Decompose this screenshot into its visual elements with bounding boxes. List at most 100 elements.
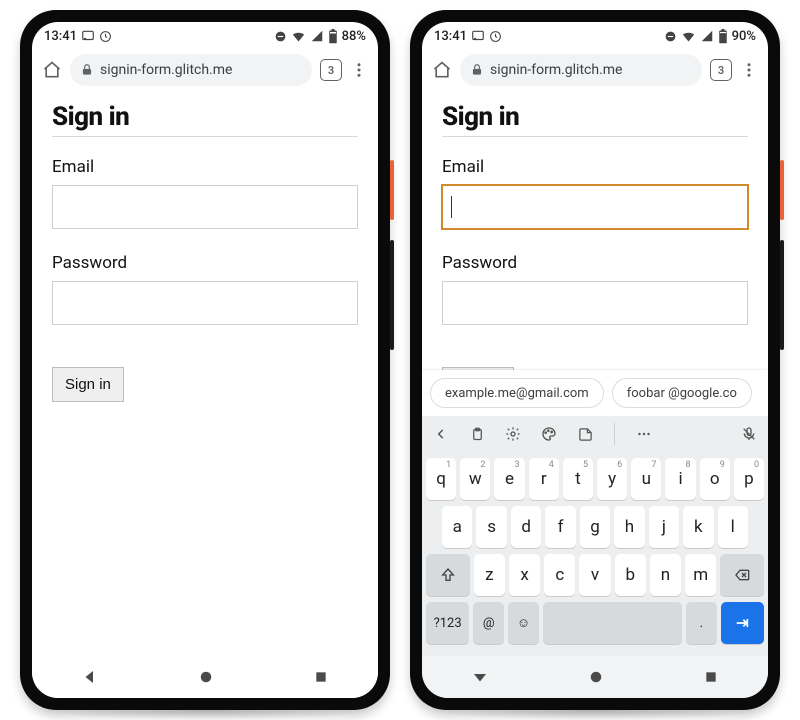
power-button[interactable]: [780, 160, 784, 220]
home-nav-icon[interactable]: [587, 668, 605, 686]
key-x[interactable]: x: [509, 554, 540, 596]
autofill-chip[interactable]: example.me@gmail.com: [430, 378, 604, 408]
email-label: Email: [442, 157, 748, 177]
sync-status-icon: [99, 30, 112, 43]
email-field[interactable]: [52, 185, 358, 229]
key-t[interactable]: t5: [563, 458, 593, 500]
divider: [52, 136, 358, 137]
password-label: Password: [52, 253, 358, 273]
emoji-key[interactable]: ☺: [508, 602, 539, 644]
back-icon[interactable]: [471, 668, 489, 686]
dnd-icon: [664, 30, 677, 43]
key-q[interactable]: q1: [426, 458, 456, 500]
at-key[interactable]: @: [473, 602, 504, 644]
android-navbar: [32, 656, 378, 698]
more-icon[interactable]: [740, 61, 758, 79]
key-f[interactable]: f: [545, 506, 575, 548]
password-field[interactable]: [442, 281, 748, 325]
divider: [442, 136, 748, 137]
key-n[interactable]: n: [650, 554, 681, 596]
browser-toolbar: signin-form.glitch.me 3: [422, 50, 768, 94]
android-navbar: [422, 656, 768, 698]
page-title: Sign in: [442, 102, 748, 132]
lock-icon: [470, 63, 484, 77]
battery-percent: 90%: [732, 29, 756, 44]
key-z[interactable]: z: [474, 554, 505, 596]
battery-percent: 88%: [342, 29, 366, 44]
clipboard-icon[interactable]: [468, 425, 486, 443]
url-text: signin-form.glitch.me: [490, 62, 622, 78]
omnibox[interactable]: signin-form.glitch.me: [70, 54, 312, 86]
sync-status-icon: [489, 30, 502, 43]
key-a[interactable]: a: [442, 506, 472, 548]
key-i[interactable]: i8: [665, 458, 695, 500]
email-label: Email: [52, 157, 358, 177]
back-icon[interactable]: [81, 668, 99, 686]
key-k[interactable]: k: [683, 506, 713, 548]
key-y[interactable]: y6: [597, 458, 627, 500]
keyboard-container: example.me@gmail.com foobar @google.co q…: [422, 370, 768, 656]
keyboard: q1w2e3r4t5y6u7i8o9p0 asdfghjkl zxcvbnm ?…: [422, 452, 768, 656]
status-time: 13:41: [44, 29, 77, 44]
gear-icon[interactable]: [504, 425, 522, 443]
key-h[interactable]: h: [614, 506, 644, 548]
key-m[interactable]: m: [685, 554, 716, 596]
key-o[interactable]: o9: [700, 458, 730, 500]
cast-status-icon: [471, 29, 485, 43]
recents-icon[interactable]: [313, 669, 329, 685]
mic-off-icon[interactable]: [740, 425, 758, 443]
symbols-key[interactable]: ?123: [426, 602, 469, 644]
shift-key[interactable]: [426, 554, 470, 596]
password-field[interactable]: [52, 281, 358, 325]
keyboard-toolbar: [422, 416, 768, 452]
tab-switcher[interactable]: 3: [320, 59, 342, 81]
browser-toolbar: signin-form.glitch.me 3: [32, 50, 378, 94]
email-field[interactable]: [442, 185, 748, 229]
key-j[interactable]: j: [649, 506, 679, 548]
volume-button[interactable]: [390, 240, 394, 350]
signin-button[interactable]: Sign in: [52, 367, 124, 402]
key-e[interactable]: e3: [494, 458, 524, 500]
volume-button[interactable]: [780, 240, 784, 350]
battery-icon: [718, 29, 728, 44]
home-nav-icon[interactable]: [197, 668, 215, 686]
period-key[interactable]: .: [686, 602, 717, 644]
status-bar: 13:41: [422, 22, 768, 50]
separator: [614, 423, 615, 445]
sticker-icon[interactable]: [576, 425, 594, 443]
key-l[interactable]: l: [718, 506, 748, 548]
signal-icon: [700, 29, 714, 43]
key-p[interactable]: p0: [734, 458, 764, 500]
power-button[interactable]: [390, 160, 394, 220]
space-key[interactable]: [543, 602, 682, 644]
wifi-icon: [681, 29, 696, 44]
signal-icon: [310, 29, 324, 43]
dnd-icon: [274, 30, 287, 43]
palette-icon[interactable]: [540, 425, 558, 443]
key-w[interactable]: w2: [460, 458, 490, 500]
cast-status-icon: [81, 29, 95, 43]
recents-icon[interactable]: [703, 669, 719, 685]
chevron-left-icon[interactable]: [432, 425, 450, 443]
enter-key[interactable]: [721, 602, 764, 644]
key-b[interactable]: b: [615, 554, 646, 596]
key-r[interactable]: r4: [529, 458, 559, 500]
backspace-key[interactable]: [720, 554, 764, 596]
key-d[interactable]: d: [511, 506, 541, 548]
ellipsis-icon[interactable]: [635, 425, 653, 443]
phone-left: 13:41: [20, 10, 390, 710]
autofill-chip[interactable]: foobar @google.co: [612, 378, 752, 408]
wifi-icon: [291, 29, 306, 44]
home-icon[interactable]: [432, 60, 452, 80]
text-caret: [451, 196, 452, 218]
omnibox[interactable]: signin-form.glitch.me: [460, 54, 702, 86]
home-icon[interactable]: [42, 60, 62, 80]
key-g[interactable]: g: [580, 506, 610, 548]
tab-switcher[interactable]: 3: [710, 59, 732, 81]
more-icon[interactable]: [350, 61, 368, 79]
phone-right: 13:41: [410, 10, 780, 710]
key-u[interactable]: u7: [631, 458, 661, 500]
key-c[interactable]: c: [544, 554, 575, 596]
key-v[interactable]: v: [579, 554, 610, 596]
key-s[interactable]: s: [476, 506, 506, 548]
